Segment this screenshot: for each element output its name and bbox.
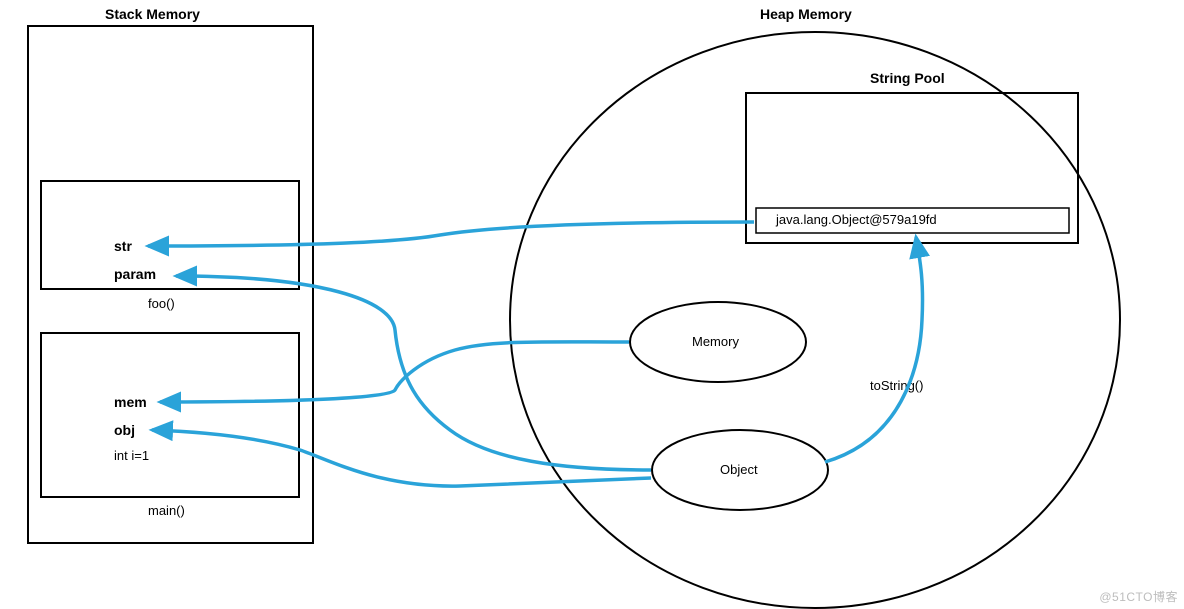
string-pool-value: java.lang.Object@579a19fd xyxy=(776,212,937,227)
var-obj: obj xyxy=(114,422,135,438)
watermark: @51CTO博客 xyxy=(1099,588,1178,605)
stack-frame-foo xyxy=(40,180,300,290)
var-mem: mem xyxy=(114,394,147,410)
frame-label-main: main() xyxy=(148,503,185,518)
var-int-i: int i=1 xyxy=(114,448,149,463)
string-pool-title: String Pool xyxy=(870,70,945,86)
object-object-label: Object xyxy=(720,462,758,477)
heap-ellipse xyxy=(510,32,1120,608)
var-param: param xyxy=(114,266,156,282)
stack-memory-title: Stack Memory xyxy=(105,6,200,22)
frame-label-foo: foo() xyxy=(148,296,175,311)
stack-frame-main xyxy=(40,332,300,498)
arrow-object-tostring xyxy=(825,237,923,462)
var-str: str xyxy=(114,238,132,254)
memory-object-label: Memory xyxy=(692,334,739,349)
tostring-label: toString() xyxy=(870,378,923,393)
heap-memory-title: Heap Memory xyxy=(760,6,852,22)
